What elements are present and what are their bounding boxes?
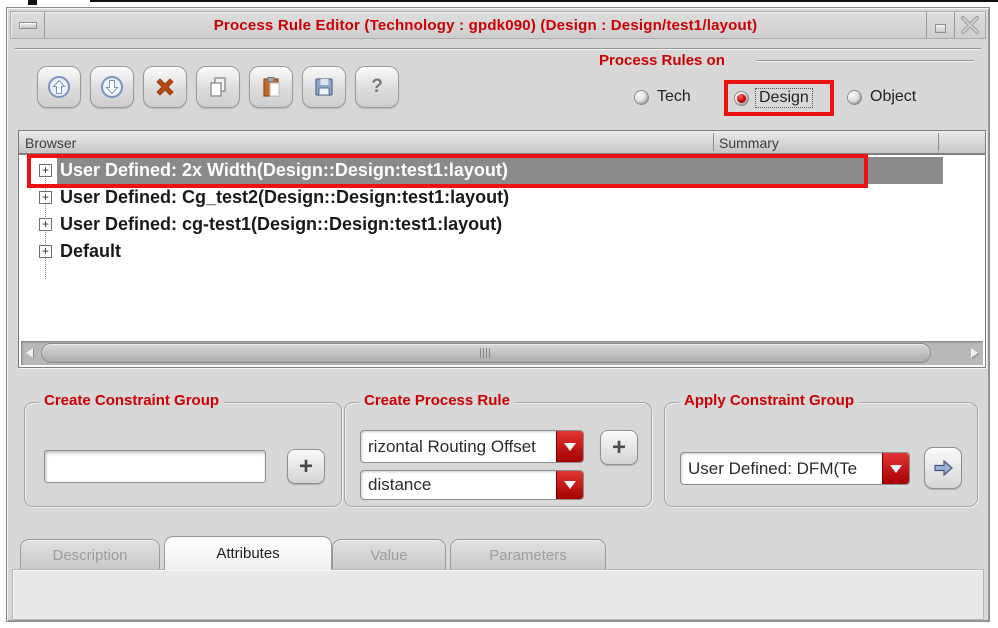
process-rule-editor-window: Process Rule Editor (Technology : gpdk09…: [6, 7, 990, 622]
tree-row-user-defined-cg-test1[interactable]: + User Defined: cg-test1(Design::Design:…: [19, 211, 985, 238]
radio-circle-icon: [847, 89, 862, 105]
add-constraint-group-button[interactable]: +: [287, 449, 325, 484]
plus-icon: +: [611, 433, 626, 461]
rule-tree: + User Defined: 2x Width(Design::Design:…: [19, 157, 985, 279]
summary-column-header: Summary: [719, 135, 779, 151]
maximize-icon: [935, 24, 946, 33]
scroll-right-icon: [971, 348, 978, 358]
apply-button[interactable]: [924, 447, 962, 489]
add-process-rule-button[interactable]: +: [600, 430, 638, 465]
radio-object[interactable]: Object: [847, 88, 916, 106]
tab-attributes[interactable]: Attributes: [164, 536, 332, 570]
tree-row-user-defined-2x-width[interactable]: + User Defined: 2x Width(Design::Design:…: [19, 157, 985, 184]
radio-object-label: Object: [870, 88, 917, 105]
screenshot-edge-artifact: [28, 0, 37, 5]
constraint-group-name-input[interactable]: [44, 450, 266, 483]
delete-button[interactable]: [143, 66, 187, 108]
help-button[interactable]: ?: [355, 66, 399, 108]
expand-plus-icon[interactable]: +: [39, 218, 52, 231]
dropdown-arrow-icon[interactable]: [556, 431, 583, 462]
radio-circle-selected-icon[interactable]: [734, 90, 749, 106]
save-floppy-icon: [315, 78, 333, 96]
browser-column-header: Browser: [25, 135, 77, 151]
rule-type-dropdown[interactable]: distance: [360, 470, 584, 500]
arrow-up-icon: [48, 76, 70, 98]
browser-panel: Browser Summary + User Defined: 2x Width…: [18, 130, 986, 368]
apply-constraint-group-dropdown[interactable]: User Defined: DFM(Te: [680, 452, 910, 485]
expand-plus-icon[interactable]: +: [39, 164, 52, 177]
close-icon: [961, 16, 979, 34]
scroll-left-icon: [26, 348, 33, 358]
save-button[interactable]: [302, 66, 346, 108]
dropdown-arrow-icon[interactable]: [556, 471, 583, 499]
copy-button[interactable]: [196, 66, 240, 108]
close-button[interactable]: [954, 12, 985, 38]
radio-tech[interactable]: Tech: [634, 88, 691, 106]
help-icon: ?: [371, 76, 383, 97]
client-area: ? Process Rules on Tech Design Object Br…: [10, 42, 986, 620]
move-down-button[interactable]: [90, 66, 134, 108]
window-menu-button[interactable]: [11, 12, 45, 38]
titlebar: Process Rule Editor (Technology : gpdk09…: [10, 11, 986, 39]
apply-arrow-icon: [934, 459, 953, 477]
column-divider[interactable]: [938, 133, 939, 151]
maximize-button[interactable]: [926, 12, 954, 38]
plus-icon: +: [298, 452, 313, 480]
scrollbar-grip-icon: [480, 348, 492, 358]
screenshot-edge-artifact: [90, 0, 998, 2]
horizontal-scrollbar[interactable]: [21, 341, 983, 365]
browser-header: Browser Summary: [19, 131, 985, 155]
process-rules-on-label: Process Rules on: [599, 52, 725, 69]
separator: [15, 48, 981, 50]
tree-row-default[interactable]: + Default: [19, 238, 985, 265]
window-title: Process Rule Editor (Technology : gpdk09…: [213, 16, 758, 34]
arrow-down-icon: [101, 76, 123, 98]
radio-circle-icon: [634, 89, 649, 105]
copy-icon: [210, 77, 226, 97]
create-constraint-group-title: Create Constraint Group: [39, 392, 225, 409]
column-divider[interactable]: [713, 133, 714, 151]
scroll-left-button[interactable]: [21, 341, 38, 365]
process-rule-dropdown[interactable]: rizontal Routing Offset: [360, 430, 584, 463]
create-process-rule-title: Create Process Rule: [359, 392, 515, 409]
scroll-right-button[interactable]: [966, 341, 983, 365]
delete-x-icon: [156, 78, 174, 96]
design-annotation-box: Design: [724, 80, 834, 116]
scrollbar-thumb[interactable]: [41, 343, 931, 363]
expand-plus-icon[interactable]: +: [39, 191, 52, 204]
expand-plus-icon[interactable]: +: [39, 245, 52, 258]
paste-button[interactable]: [249, 66, 293, 108]
tab-parameters[interactable]: Parameters: [450, 539, 606, 570]
tab-content-panel: [12, 569, 984, 620]
radio-tech-label: Tech: [657, 88, 691, 105]
apply-constraint-group-title: Apply Constraint Group: [679, 392, 859, 409]
tree-row-user-defined-cg-test2[interactable]: + User Defined: Cg_test2(Design::Design:…: [19, 184, 985, 211]
radio-design-label[interactable]: Design: [755, 88, 813, 108]
tab-value[interactable]: Value: [332, 539, 446, 570]
groupbox-line: [756, 60, 974, 62]
dropdown-arrow-icon[interactable]: [882, 453, 909, 484]
window-menu-icon: [19, 21, 37, 29]
paste-icon: [263, 77, 280, 97]
tab-description[interactable]: Description: [20, 539, 160, 570]
move-up-button[interactable]: [37, 66, 81, 108]
